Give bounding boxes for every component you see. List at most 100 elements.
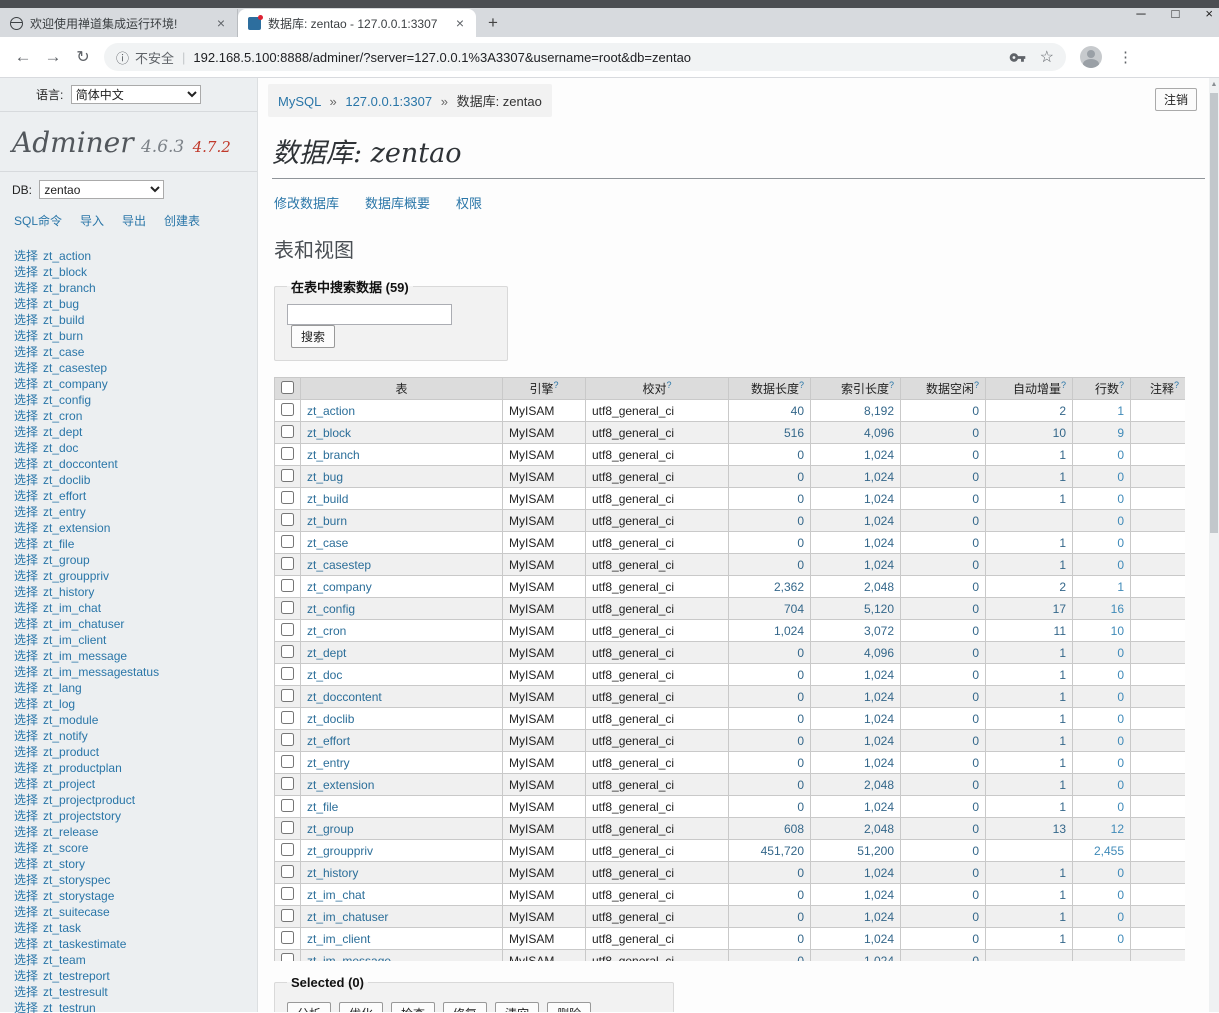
table-name-link[interactable]: zt_file (43, 537, 74, 551)
select-table-link[interactable]: 选择 (14, 409, 38, 423)
select-table-link[interactable]: 选择 (14, 1001, 38, 1013)
row-checkbox[interactable] (281, 864, 294, 878)
select-table-link[interactable]: 选择 (14, 889, 38, 903)
table-name-link[interactable]: zt_company (43, 377, 108, 391)
select-table-link[interactable]: 选择 (14, 713, 38, 727)
table-name-link[interactable]: zt_bug (43, 297, 79, 311)
table-name-link[interactable]: zt_score (43, 841, 88, 855)
search-button[interactable]: 搜索 (291, 325, 336, 348)
select-table-link[interactable]: 选择 (14, 313, 38, 327)
table-link[interactable]: zt_effort (307, 734, 350, 748)
select-table-link[interactable]: 选择 (14, 729, 38, 743)
tab-close-icon[interactable]: × (215, 15, 227, 31)
select-table-link[interactable]: 选择 (14, 617, 38, 631)
select-table-link[interactable]: 选择 (14, 809, 38, 823)
table-link[interactable]: zt_case (307, 536, 348, 550)
table-link[interactable]: zt_extension (307, 778, 374, 792)
table-link[interactable]: zt_dept (307, 646, 346, 660)
table-name-link[interactable]: zt_suitecase (43, 905, 110, 919)
select-table-link[interactable]: 选择 (14, 553, 38, 567)
select-table-link[interactable]: 选择 (14, 457, 38, 471)
row-count-link[interactable]: 0 (1117, 888, 1124, 902)
scrollbar-thumb[interactable] (1210, 93, 1218, 533)
table-name-link[interactable]: zt_group (43, 553, 90, 567)
row-checkbox[interactable] (281, 512, 294, 526)
row-checkbox[interactable] (281, 402, 294, 416)
table-name-link[interactable]: zt_cron (43, 409, 82, 423)
table-name-link[interactable]: zt_branch (43, 281, 96, 295)
select-table-link[interactable]: 选择 (14, 777, 38, 791)
sidebar-action-3[interactable]: 创建表 (164, 212, 200, 229)
row-checkbox[interactable] (281, 930, 294, 944)
row-checkbox[interactable] (281, 666, 294, 680)
row-count-link[interactable]: 0 (1117, 866, 1124, 880)
select-table-link[interactable]: 选择 (14, 537, 38, 551)
browser-tab-welcome[interactable]: 欢迎使用禅道集成运行环境! × (0, 9, 238, 37)
table-name-link[interactable]: zt_im_client (43, 633, 106, 647)
reload-icon[interactable]: ↻ (68, 47, 98, 67)
select-all-checkbox[interactable] (281, 380, 294, 394)
row-checkbox[interactable] (281, 908, 294, 922)
table-name-link[interactable]: zt_case (43, 345, 84, 359)
row-count-link[interactable]: 10 (1111, 624, 1124, 638)
search-input[interactable] (287, 304, 452, 325)
row-count-link[interactable]: 0 (1117, 558, 1124, 572)
select-table-link[interactable]: 选择 (14, 649, 38, 663)
table-name-link[interactable]: zt_im_chatuser (43, 617, 124, 631)
db-select[interactable]: zentao (39, 180, 165, 199)
sidebar-action-2[interactable]: 导出 (122, 212, 146, 229)
row-count-link[interactable]: 0 (1117, 712, 1124, 726)
help-link[interactable]: ? (667, 380, 672, 390)
alter-database-link[interactable]: 修改数据库 (274, 193, 339, 212)
scrollbar-up-icon[interactable]: ▲ (1209, 78, 1219, 92)
row-count-link[interactable]: 2,455 (1094, 844, 1124, 858)
help-link[interactable]: ? (1119, 380, 1124, 390)
select-table-link[interactable]: 选择 (14, 953, 38, 967)
table-link[interactable]: zt_im_message (307, 954, 391, 962)
table-name-link[interactable]: zt_effort (43, 489, 86, 503)
table-link[interactable]: zt_history (307, 866, 358, 880)
table-name-link[interactable]: zt_burn (43, 329, 83, 343)
database-schema-link[interactable]: 数据库概要 (365, 193, 430, 212)
row-checkbox[interactable] (281, 578, 294, 592)
help-link[interactable]: ? (554, 380, 559, 390)
table-name-link[interactable]: zt_config (43, 393, 91, 407)
help-link[interactable]: ? (799, 380, 804, 390)
select-table-link[interactable]: 选择 (14, 281, 38, 295)
select-table-link[interactable]: 选择 (14, 377, 38, 391)
profile-avatar[interactable] (1080, 46, 1102, 68)
table-name-link[interactable]: zt_im_chat (43, 601, 101, 615)
select-table-link[interactable]: 选择 (14, 393, 38, 407)
row-checkbox[interactable] (281, 688, 294, 702)
table-name-link[interactable]: zt_release (43, 825, 98, 839)
password-key-icon[interactable] (1009, 49, 1026, 66)
table-link[interactable]: zt_action (307, 404, 355, 418)
table-name-link[interactable]: zt_notify (43, 729, 88, 743)
select-table-link[interactable]: 选择 (14, 905, 38, 919)
select-table-link[interactable]: 选择 (14, 569, 38, 583)
row-checkbox[interactable] (281, 468, 294, 482)
close-button[interactable]: × (1205, 6, 1213, 21)
table-link[interactable]: zt_casestep (307, 558, 371, 572)
sidebar-action-0[interactable]: SQL命令 (14, 212, 62, 229)
row-checkbox[interactable] (281, 776, 294, 790)
row-count-link[interactable]: 0 (1117, 932, 1124, 946)
url-text[interactable]: 192.168.5.100:8888/adminer/?server=127.0… (193, 50, 1000, 65)
select-table-link[interactable]: 选择 (14, 985, 38, 999)
help-link[interactable]: ? (974, 380, 979, 390)
help-link[interactable]: ? (1061, 380, 1066, 390)
select-table-link[interactable]: 选择 (14, 473, 38, 487)
drop-button[interactable]: 删除 (547, 1002, 592, 1012)
table-link[interactable]: zt_file (307, 800, 338, 814)
table-name-link[interactable]: zt_team (43, 953, 86, 967)
row-count-link[interactable]: 0 (1117, 668, 1124, 682)
browser-menu-icon[interactable]: ⋮ (1118, 48, 1133, 66)
table-link[interactable]: zt_doclib (307, 712, 354, 726)
table-link[interactable]: zt_branch (307, 448, 360, 462)
table-name-link[interactable]: zt_storyspec (43, 873, 110, 887)
select-table-link[interactable]: 选择 (14, 585, 38, 599)
table-name-link[interactable]: zt_project (43, 777, 95, 791)
row-checkbox[interactable] (281, 820, 294, 834)
select-table-link[interactable]: 选择 (14, 681, 38, 695)
select-table-link[interactable]: 选择 (14, 873, 38, 887)
